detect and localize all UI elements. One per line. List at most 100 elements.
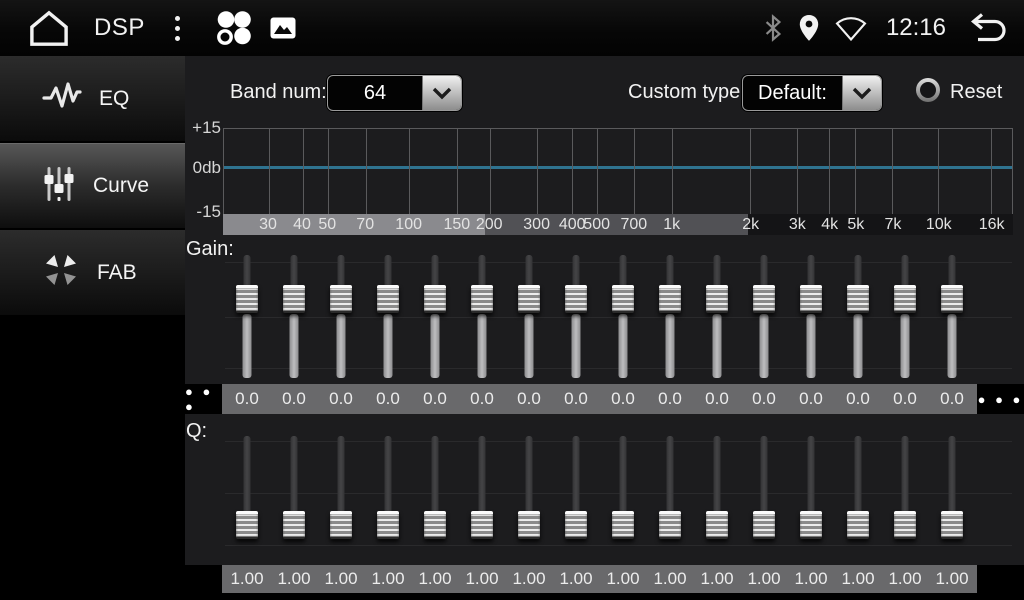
band-num-select[interactable]: 64 xyxy=(327,75,462,111)
gain-slider-handle[interactable] xyxy=(659,285,681,313)
chevron-down-icon[interactable] xyxy=(422,76,461,110)
q-slider-handle[interactable] xyxy=(847,511,869,539)
gain-slider[interactable] xyxy=(227,248,267,380)
q-slider[interactable] xyxy=(556,432,596,562)
gain-slider-handle[interactable] xyxy=(377,285,399,313)
gain-slider[interactable] xyxy=(744,248,784,380)
apps-clover-icon[interactable] xyxy=(214,9,252,47)
gain-slider-handle[interactable] xyxy=(941,285,963,313)
gain-slider-handle[interactable] xyxy=(283,285,305,313)
gain-slider[interactable] xyxy=(838,248,878,380)
q-slider[interactable] xyxy=(227,432,267,562)
gain-slider-handle[interactable] xyxy=(565,285,587,313)
gain-slider-handle[interactable] xyxy=(330,285,352,313)
q-slider[interactable] xyxy=(744,432,784,562)
gain-slider[interactable] xyxy=(885,248,925,380)
q-slider-handle[interactable] xyxy=(236,511,258,539)
gain-slider[interactable] xyxy=(650,248,690,380)
gain-slider-handle[interactable] xyxy=(518,285,540,313)
q-value: 1.00 xyxy=(794,569,827,589)
plot-gridline xyxy=(490,129,491,214)
q-slider[interactable] xyxy=(274,432,314,562)
q-slider-handle[interactable] xyxy=(330,511,352,539)
gain-slider-handle[interactable] xyxy=(612,285,634,313)
home-icon[interactable] xyxy=(26,9,72,47)
gain-slider-handle[interactable] xyxy=(753,285,775,313)
frequency-tick-label: 400 xyxy=(559,216,586,234)
sidebar-item-fab[interactable]: FAB xyxy=(0,230,185,317)
plot-gridline xyxy=(409,129,410,214)
custom-type-select[interactable]: Default: xyxy=(742,75,882,111)
gain-value: 0.0 xyxy=(329,389,353,409)
reset-radio[interactable] xyxy=(916,78,940,102)
back-icon[interactable] xyxy=(964,12,1010,44)
gain-slider-handle[interactable] xyxy=(706,285,728,313)
q-slider-handle[interactable] xyxy=(894,511,916,539)
gain-slider[interactable] xyxy=(791,248,831,380)
q-value: 1.00 xyxy=(324,569,357,589)
gain-slider-handle[interactable] xyxy=(236,285,258,313)
q-slider-handle[interactable] xyxy=(377,511,399,539)
gain-more-right-button[interactable]: ● ● ● xyxy=(977,384,1024,414)
q-slider-handle[interactable] xyxy=(800,511,822,539)
gain-slider-handle[interactable] xyxy=(424,285,446,313)
slider-track-upper xyxy=(338,436,345,515)
q-slider[interactable] xyxy=(368,432,408,562)
gain-value: 0.0 xyxy=(893,389,917,409)
gain-slider[interactable] xyxy=(509,248,549,380)
gain-slider-handle[interactable] xyxy=(847,285,869,313)
gain-slider[interactable] xyxy=(462,248,502,380)
gain-slider-handle[interactable] xyxy=(894,285,916,313)
q-slider-handle[interactable] xyxy=(424,511,446,539)
q-slider-handle[interactable] xyxy=(565,511,587,539)
q-slider[interactable] xyxy=(838,432,878,562)
gain-slider[interactable] xyxy=(603,248,643,380)
q-slider-handle[interactable] xyxy=(706,511,728,539)
q-slider-handle[interactable] xyxy=(659,511,681,539)
frequency-tick-label: 3k xyxy=(789,216,806,234)
q-slider[interactable] xyxy=(932,432,972,562)
gain-slider[interactable] xyxy=(932,248,972,380)
q-slider[interactable] xyxy=(791,432,831,562)
gallery-icon[interactable] xyxy=(270,17,296,39)
q-value: 1.00 xyxy=(700,569,733,589)
q-slider-handle[interactable] xyxy=(753,511,775,539)
chevron-down-icon[interactable] xyxy=(842,76,881,110)
q-slider[interactable] xyxy=(885,432,925,562)
q-slider[interactable] xyxy=(321,432,361,562)
frequency-tick-label: 30 xyxy=(259,216,277,234)
gain-more-left-button[interactable]: ● ● ● xyxy=(185,384,222,414)
q-slider[interactable] xyxy=(697,432,737,562)
gain-slider[interactable] xyxy=(556,248,596,380)
slider-track-upper xyxy=(949,436,956,515)
q-slider[interactable] xyxy=(603,432,643,562)
q-slider-handle[interactable] xyxy=(612,511,634,539)
q-slider-handle[interactable] xyxy=(471,511,493,539)
sidebar-item-label: EQ xyxy=(99,87,129,111)
gain-slider[interactable] xyxy=(274,248,314,380)
status-bar: DSP xyxy=(0,0,1024,57)
gain-slider-handle[interactable] xyxy=(471,285,493,313)
q-slider-handle[interactable] xyxy=(283,511,305,539)
slider-track-lower xyxy=(666,314,675,378)
eq-curve-plot[interactable] xyxy=(223,128,1013,214)
overflow-menu-icon[interactable] xyxy=(171,12,184,45)
slider-track-upper xyxy=(244,436,251,515)
q-slider[interactable] xyxy=(415,432,455,562)
q-slider-handle[interactable] xyxy=(941,511,963,539)
q-slider[interactable] xyxy=(509,432,549,562)
gain-slider-handle[interactable] xyxy=(800,285,822,313)
q-slider[interactable] xyxy=(462,432,502,562)
gain-slider[interactable] xyxy=(321,248,361,380)
sidebar-item-eq[interactable]: EQ xyxy=(0,56,185,143)
q-value: 1.00 xyxy=(559,569,592,589)
sidebar-item-curve[interactable]: Curve xyxy=(0,143,185,230)
eq-wave-icon xyxy=(42,79,82,118)
gain-slider[interactable] xyxy=(368,248,408,380)
frequency-tick-label: 100 xyxy=(395,216,422,234)
q-slider-handle[interactable] xyxy=(518,511,540,539)
gain-value: 0.0 xyxy=(235,389,259,409)
q-slider[interactable] xyxy=(650,432,690,562)
gain-slider[interactable] xyxy=(415,248,455,380)
gain-slider[interactable] xyxy=(697,248,737,380)
